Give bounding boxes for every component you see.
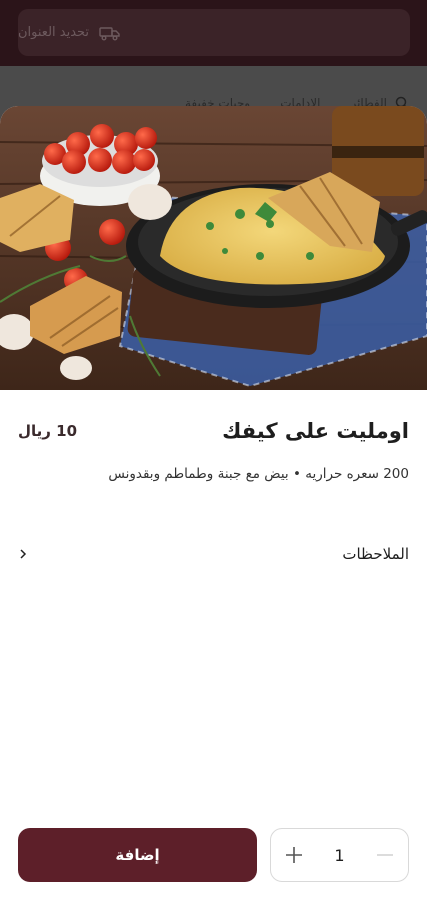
decrease-quantity-button[interactable] [372,842,398,868]
notes-row[interactable]: الملاحظات [18,542,409,566]
item-title: اومليت على كيفك [222,419,409,443]
top-bar: تحديد العنوان [0,0,427,66]
quantity-value: 1 [334,845,345,865]
product-image [0,106,427,390]
item-description: 200 سعره حراريه • بيض مع جبنة وطماطم وبق… [108,466,409,482]
quantity-stepper: 1 [270,828,409,882]
product-sheet: 10 ريال اومليت على كيفك 200 سعره حراريه … [0,106,427,900]
increase-quantity-button[interactable] [281,842,307,868]
notes-label: الملاحظات [342,545,409,563]
minus-icon [377,854,393,856]
add-to-cart-button[interactable]: إضافة [18,828,257,882]
delivery-truck-icon [99,26,120,40]
plus-icon [286,847,302,863]
chevron-right-icon [20,549,27,559]
item-price: 10 ريال [18,422,78,440]
set-address-label: تحديد العنوان [18,25,90,40]
set-address-button[interactable]: تحديد العنوان [18,9,410,56]
